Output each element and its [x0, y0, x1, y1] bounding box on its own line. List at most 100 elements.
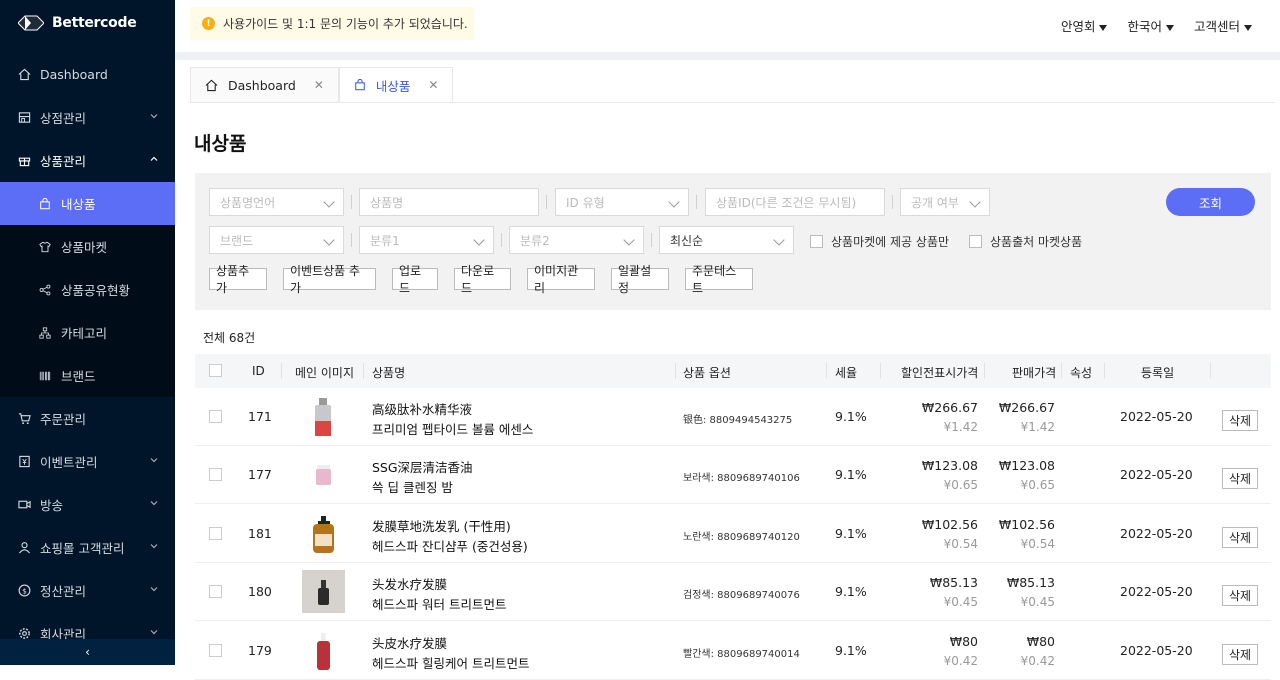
- sidebar-item-customer-management[interactable]: 쇼핑몰 고객관리: [0, 526, 175, 569]
- select-placeholder: 분류1: [370, 233, 400, 248]
- chevron-down-icon: [150, 544, 158, 549]
- tab-label: Dashboard: [228, 77, 296, 93]
- image-management-button[interactable]: 이미지관리: [527, 264, 595, 295]
- sidebar-item-broadcast[interactable]: 방송: [0, 483, 175, 526]
- tabs-divider: [190, 102, 1275, 103]
- sidebar-item-shop-management[interactable]: 상점관리: [0, 96, 175, 139]
- upload-button[interactable]: 업로드: [392, 264, 438, 295]
- tab-dashboard[interactable]: Dashboard ✕: [190, 67, 339, 102]
- user-menu[interactable]: 안영회: [1061, 16, 1108, 35]
- delete-button[interactable]: 삭제: [1222, 585, 1258, 606]
- row-checkbox[interactable]: [209, 644, 222, 657]
- market-only-checkbox[interactable]: 상품마켓에 제공 상품만: [810, 233, 949, 250]
- product-image[interactable]: [302, 453, 345, 496]
- language-menu[interactable]: 한국어: [1127, 16, 1174, 35]
- product-image[interactable]: [302, 570, 345, 613]
- sidebar-item-product-sharing[interactable]: 상품공유현황: [0, 268, 175, 311]
- close-icon[interactable]: ✕: [428, 78, 438, 92]
- row-checkbox[interactable]: [209, 410, 222, 423]
- sale-price-sub: ¥0.45: [1020, 595, 1055, 609]
- brand-logo[interactable]: Bettercode: [18, 14, 137, 32]
- chevron-down-icon: [668, 196, 680, 208]
- sidebar-collapse-button[interactable]: ‹: [0, 639, 175, 665]
- divider: [281, 363, 282, 379]
- table-row[interactable]: 181 发膜草地洗发乳 (干性用) 헤드스파 잔디샴푸 (중건성용) 노란색: …: [195, 505, 1271, 563]
- id-type-select[interactable]: ID 유형: [555, 188, 689, 216]
- row-checkbox[interactable]: [209, 585, 222, 598]
- product-image[interactable]: [302, 629, 345, 672]
- divider: [351, 195, 352, 209]
- product-name-cn: 头皮水疗发膜: [372, 636, 448, 651]
- close-icon[interactable]: ✕: [314, 78, 324, 92]
- sidebar-item-label: 내상품: [61, 197, 96, 212]
- public-status-select[interactable]: 공개 여부: [900, 188, 990, 216]
- category1-select[interactable]: 분류1: [359, 226, 494, 254]
- category2-select[interactable]: 분류2: [509, 226, 644, 254]
- tab-label: 내상품: [375, 78, 411, 94]
- product-option: 노란색: 8809689740120: [683, 532, 800, 543]
- product-image[interactable]: [302, 395, 345, 438]
- tax-rate: 9.1%: [835, 409, 867, 424]
- sidebar-item-label: 방송: [40, 498, 64, 513]
- table-row[interactable]: 180 头发水疗发膜 헤드스파 워터 트리트먼트 검정색: 8809689740…: [195, 563, 1271, 621]
- download-button[interactable]: 다운로드: [454, 264, 511, 295]
- table-row[interactable]: 179 头皮水疗发膜 헤드스파 힐링케어 트리트먼트 빨간색: 88096897…: [195, 622, 1271, 680]
- product-id-input[interactable]: 상품ID(다른 조건은 무시됨): [705, 188, 885, 216]
- select-all-checkbox[interactable]: [209, 364, 222, 377]
- row-checkbox[interactable]: [209, 468, 222, 481]
- product-name-cn: SSG深层清洁香油: [372, 460, 473, 475]
- divider: [363, 363, 364, 379]
- table-row[interactable]: 171 高级肽补水精华液 프리미엄 펩타이드 볼륨 에센스 银色: 880949…: [195, 388, 1271, 446]
- product-name-kr: 헤드스파 힐링케어 트리트먼트: [372, 656, 530, 671]
- delete-button[interactable]: 삭제: [1222, 527, 1258, 548]
- sidebar-item-my-products[interactable]: 내상품: [0, 182, 175, 225]
- sidebar-item-dashboard[interactable]: Dashboard: [0, 53, 175, 96]
- add-product-button[interactable]: 상품추가: [209, 264, 267, 295]
- total-count: 전체 68건: [203, 331, 256, 345]
- order-test-button[interactable]: 주문테스트: [685, 264, 753, 295]
- checkbox[interactable]: [969, 235, 982, 248]
- product-name-input[interactable]: 상품명: [359, 188, 539, 216]
- sort-select[interactable]: 최신순: [659, 226, 794, 254]
- home-icon: [17, 68, 31, 82]
- svg-text:$: $: [22, 586, 27, 595]
- user-name: 안영회: [1060, 19, 1096, 34]
- event-icon: [17, 455, 31, 469]
- chevron-down-icon: [323, 196, 335, 208]
- sidebar-item-product-management[interactable]: 상품관리: [0, 139, 175, 182]
- add-event-product-button[interactable]: 이벤트상품 추가: [283, 264, 376, 295]
- dollar-icon: $: [17, 584, 31, 598]
- bulk-settings-button[interactable]: 일괄설정: [611, 264, 669, 295]
- product-image[interactable]: [302, 512, 345, 555]
- sale-price-sub: ¥0.65: [1020, 478, 1055, 492]
- checkbox[interactable]: [810, 235, 823, 248]
- delete-button[interactable]: 삭제: [1222, 644, 1258, 665]
- delete-button[interactable]: 삭제: [1222, 468, 1258, 489]
- divider: [546, 195, 547, 209]
- product-id: 181: [248, 526, 272, 541]
- product-name-language-select[interactable]: 상품명언어: [209, 188, 344, 216]
- registered-date: 2022-05-20: [1120, 467, 1193, 482]
- list-price-sub: ¥0.45: [943, 595, 978, 609]
- shop-icon: [17, 111, 31, 125]
- market-source-checkbox[interactable]: 상품출처 마켓상품: [969, 233, 1082, 250]
- brand-name: Bettercode: [52, 15, 137, 31]
- support-menu[interactable]: 고객센터: [1194, 16, 1252, 35]
- row-checkbox[interactable]: [209, 527, 222, 540]
- sidebar-item-product-market[interactable]: 상품마켓: [0, 225, 175, 268]
- sidebar-item-order-management[interactable]: 주문관리: [0, 397, 175, 440]
- sidebar-item-category[interactable]: 카테고리: [0, 311, 175, 354]
- sidebar-item-label: 상품관리: [40, 154, 87, 169]
- divider: [351, 233, 352, 247]
- brand-select[interactable]: 브랜드: [209, 226, 344, 254]
- col-tax-rate: 세율: [835, 366, 858, 380]
- tab-my-products[interactable]: 내상품 ✕: [338, 67, 454, 102]
- product-name-kr: 쓱 딥 클렌징 밤: [372, 480, 453, 495]
- sidebar-item-event-management[interactable]: 이벤트관리: [0, 440, 175, 483]
- table-row[interactable]: 177 SSG深层清洁香油 쓱 딥 클렌징 밤 보라색: 88096897401…: [195, 446, 1271, 504]
- delete-button[interactable]: 삭제: [1222, 410, 1258, 431]
- sidebar-item-settlement[interactable]: $ 정산관리: [0, 569, 175, 612]
- search-button[interactable]: 조회: [1166, 188, 1255, 216]
- sidebar-item-brand[interactable]: 브랜드: [0, 354, 175, 397]
- sidebar-item-label: 브랜드: [61, 369, 96, 384]
